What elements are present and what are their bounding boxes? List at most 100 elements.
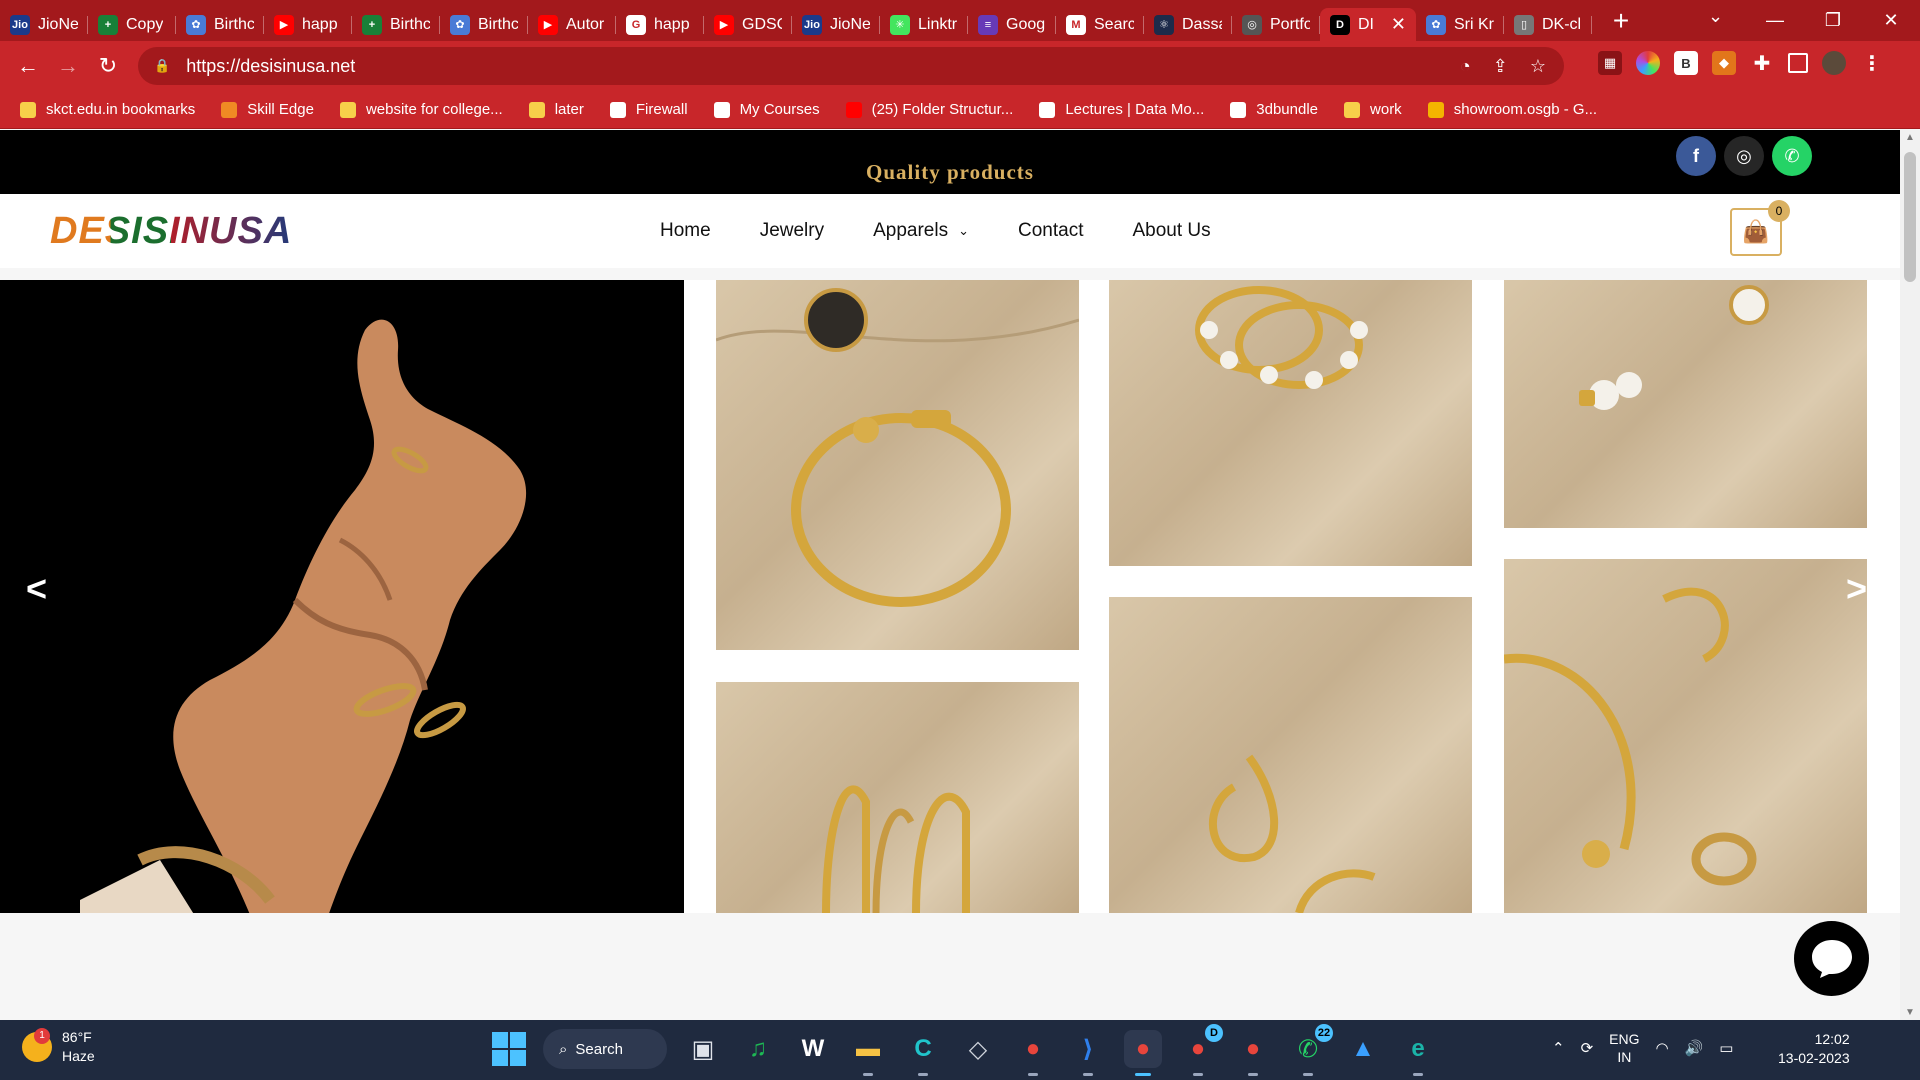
chrome-icon[interactable]: ●	[1234, 1030, 1272, 1076]
cart-button[interactable]: 👜 0	[1730, 200, 1790, 256]
file-explorer-icon[interactable]: ▬	[849, 1030, 887, 1076]
browser-tab[interactable]: ▶ GDSC	[704, 8, 792, 41]
bookmark-item[interactable]: website for college...	[339, 101, 503, 118]
bookmark-star-icon[interactable]: ☆	[1530, 56, 1546, 77]
site-logo[interactable]: DESISINUSA	[50, 210, 292, 253]
browser-tab[interactable]: Jio JioNe	[792, 8, 880, 41]
facebook-icon[interactable]: f	[1676, 136, 1716, 176]
back-button[interactable]: ←	[8, 53, 48, 79]
product-image-pearl-hoops[interactable]	[1109, 280, 1472, 566]
forward-button[interactable]: →	[48, 53, 88, 79]
browser-tab[interactable]: Jio JioNe	[0, 8, 88, 41]
bookmark-item[interactable]: showroom.osgb - G...	[1427, 101, 1597, 118]
start-button[interactable]	[492, 1032, 526, 1066]
bookmark-item[interactable]: My Courses	[713, 101, 820, 118]
nav-item-about-us[interactable]: About Us	[1132, 220, 1210, 242]
task-view-icon[interactable]: ▣	[684, 1030, 722, 1068]
new-tab-button[interactable]: +	[1606, 5, 1636, 36]
language-indicator[interactable]: ENG IN	[1609, 1030, 1639, 1066]
metamask-icon[interactable]: ◆	[1712, 51, 1736, 75]
photos-icon[interactable]: ▲	[1344, 1030, 1382, 1068]
bookmark-item[interactable]: later	[528, 101, 584, 118]
bookmark-item[interactable]: work	[1344, 101, 1402, 118]
vscode-icon[interactable]: ⟩	[1069, 1030, 1107, 1076]
nav-item-apparels[interactable]: Apparels ⌄	[873, 220, 969, 242]
browser-tab[interactable]: ✳ Linktr	[880, 8, 968, 41]
bookmark-item[interactable]: Firewall	[609, 101, 688, 118]
nav-item-jewelry[interactable]: Jewelry	[760, 220, 824, 242]
url-text[interactable]: https://desisinusa.net	[186, 56, 355, 77]
whatsapp-icon[interactable]: ✆	[1772, 136, 1812, 176]
browser-tab[interactable]: ≡ Goog	[968, 8, 1056, 41]
slider-prev-arrow-icon[interactable]: <	[26, 568, 47, 610]
product-image-bangle-ring[interactable]	[1504, 559, 1867, 913]
extensions-puzzle-icon[interactable]: ✚	[1750, 51, 1774, 75]
extension-b-icon[interactable]: B	[1674, 51, 1698, 75]
side-panel-icon[interactable]	[1788, 53, 1808, 73]
address-bar[interactable]: 🔒 https://desisinusa.net ◔ ⇪ ☆	[138, 47, 1564, 85]
browser-menu-icon[interactable]: ⋮	[1860, 51, 1884, 75]
browser-tab[interactable]: ▯ DK-cl	[1504, 8, 1592, 41]
chrome-profile-icon[interactable]: ●	[1124, 1030, 1162, 1076]
close-tab-icon[interactable]: ✕	[1391, 14, 1406, 35]
extension-grid-icon[interactable]: ▦	[1598, 51, 1622, 75]
canva-icon[interactable]: C	[904, 1030, 942, 1076]
nav-item-home[interactable]: Home	[660, 220, 711, 242]
weather-widget[interactable]: 1 86°F Haze	[22, 1028, 95, 1066]
pearl-hoop-illustration	[1195, 286, 1368, 389]
browser-tab[interactable]: ✿ Sri Kr	[1416, 8, 1504, 41]
bookmark-item[interactable]: Skill Edge	[221, 101, 314, 118]
tab-search-chevron-icon[interactable]: ⌄	[1708, 6, 1723, 27]
slider-next-arrow-icon[interactable]: >	[1846, 568, 1867, 610]
bookmark-item[interactable]: 3dbundle	[1230, 101, 1318, 118]
minimize-button[interactable]: —	[1746, 10, 1804, 31]
chrome-icon[interactable]: ● D	[1179, 1024, 1223, 1076]
chat-widget-button[interactable]	[1794, 921, 1869, 996]
taskbar-search[interactable]: ⌕ Search	[543, 1029, 667, 1069]
browser-tab[interactable]: + Copy	[88, 8, 176, 41]
browser-tab[interactable]: M Searc	[1056, 8, 1144, 41]
performance-icon[interactable]: ◔	[1460, 56, 1471, 77]
bookmark-item[interactable]: skct.edu.in bookmarks	[20, 101, 195, 118]
page-scrollbar[interactable]: ▲ ▼	[1900, 130, 1920, 1020]
nav-item-contact[interactable]: Contact	[1018, 220, 1083, 242]
bookmark-item[interactable]: (25) Folder Structur...	[845, 101, 1013, 118]
scroll-up-icon[interactable]: ▲	[1905, 132, 1915, 143]
close-window-button[interactable]: ✕	[1862, 10, 1920, 31]
spotify-icon[interactable]: ♫	[739, 1030, 777, 1068]
reload-button[interactable]: ↻	[88, 53, 128, 79]
product-image-bangle[interactable]	[716, 280, 1079, 650]
instagram-icon[interactable]: ◎	[1724, 136, 1764, 176]
share-icon[interactable]: ⇪	[1493, 56, 1508, 77]
app-w-icon[interactable]: W	[794, 1030, 832, 1068]
browser-tab[interactable]: Ghapp	[616, 8, 704, 41]
restore-button[interactable]: ❐	[1804, 10, 1862, 31]
browser-tab[interactable]: ▶ Autor	[528, 8, 616, 41]
bookmark-item[interactable]: Lectures | Data Mo...	[1039, 101, 1204, 118]
product-image-twist-hoops[interactable]	[1109, 597, 1472, 913]
scrollbar-thumb[interactable]	[1904, 152, 1916, 282]
profile-avatar[interactable]	[1822, 51, 1846, 75]
browser-tab[interactable]: ✿ Birthc	[176, 8, 264, 41]
tray-overflow-chevron-icon[interactable]: ⌃	[1552, 1039, 1565, 1057]
battery-icon[interactable]: ▭	[1719, 1039, 1733, 1057]
taskbar-clock[interactable]: 12:02 13-02-2023	[1778, 1030, 1850, 1068]
product-image-pearl-studs[interactable]	[1504, 280, 1867, 528]
chrome-icon[interactable]: ●	[1014, 1030, 1052, 1076]
browser-tab[interactable]: ✿ Birthc	[440, 8, 528, 41]
browser-tab[interactable]: + Birthc	[352, 8, 440, 41]
color-picker-extension-icon[interactable]	[1636, 51, 1660, 75]
wifi-icon[interactable]: ◠	[1656, 1039, 1669, 1057]
unity-icon[interactable]: ◇	[959, 1030, 997, 1068]
browser-tab[interactable]: ▶ happ	[264, 8, 352, 41]
browser-tab[interactable]: ⚛ Dassa	[1144, 8, 1232, 41]
whatsapp-icon[interactable]: ✆ 22	[1289, 1024, 1333, 1076]
lock-icon[interactable]: 🔒	[154, 58, 170, 74]
browser-tab[interactable]: ◎ Portfo	[1232, 8, 1320, 41]
sync-icon[interactable]: ⟳	[1581, 1039, 1594, 1057]
product-image-cuff-rings[interactable]	[716, 682, 1079, 913]
scroll-down-icon[interactable]: ▼	[1905, 1007, 1915, 1018]
edge-icon[interactable]: e	[1399, 1030, 1437, 1076]
browser-tab-active[interactable]: D DI ✕	[1320, 8, 1416, 41]
volume-icon[interactable]: 🔊	[1685, 1039, 1704, 1057]
